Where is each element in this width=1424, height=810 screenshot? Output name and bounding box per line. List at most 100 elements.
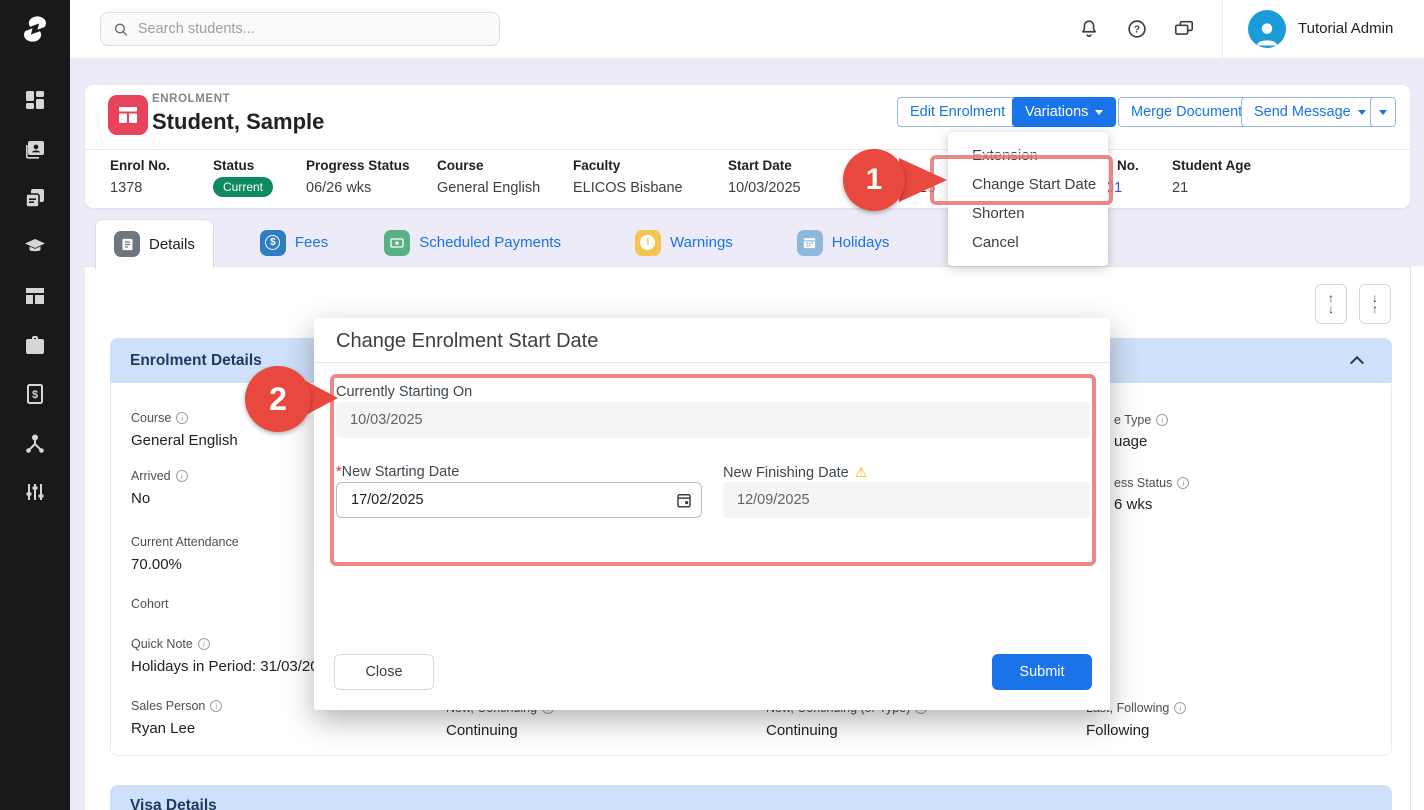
tab-holidays[interactable]: Holidays: [779, 219, 908, 267]
nav-courses-icon[interactable]: [23, 235, 47, 259]
scroll-gutter[interactable]: [1410, 266, 1424, 810]
enrolment-tabs: Details $ Fees Scheduled Payments ! Warn…: [95, 218, 1058, 267]
search-box: [100, 12, 500, 46]
dollar-icon: $: [260, 230, 286, 256]
page-title: Student, Sample: [152, 109, 324, 135]
info-faculty: FacultyELICOS Bisbane: [573, 158, 683, 196]
help-icon[interactable]: ?: [1126, 18, 1148, 40]
merge-document-button[interactable]: Merge Document: [1118, 97, 1255, 127]
menu-item-cancel[interactable]: Cancel: [948, 228, 1108, 257]
info-course: CourseGeneral English: [437, 158, 540, 196]
tab-warnings[interactable]: ! Warnings: [617, 219, 751, 267]
svg-text:$: $: [32, 389, 38, 401]
offer-no-link[interactable]: 01: [1106, 180, 1139, 196]
tab-label: Warnings: [670, 234, 733, 251]
arrow-up-icon: ↑: [1372, 304, 1378, 315]
annotation-arrow-1: [899, 158, 947, 202]
status-badge: Current: [213, 177, 273, 197]
annotation-step-1: 1: [843, 149, 905, 211]
field-progress-status-fragment: ess Status 6 wks: [1114, 476, 1189, 513]
send-message-button[interactable]: Send Message: [1241, 97, 1379, 127]
topbar: ? Tutorial Admin: [70, 0, 1424, 58]
field-quick-note: Quick Note Holidays in Period: 31/03/202: [131, 637, 327, 675]
topbar-divider: [1222, 0, 1223, 58]
user-avatar[interactable]: [1248, 10, 1286, 48]
currently-starting-on-label: Currently Starting On: [336, 384, 472, 400]
field-cohort: Cohort: [131, 597, 169, 618]
svg-text:?: ?: [1134, 25, 1140, 36]
calendar-icon: [797, 230, 823, 256]
info-enrol-no: Enrol No.1378: [110, 158, 170, 196]
visa-details-header[interactable]: Visa Details: [110, 785, 1392, 810]
caret-down-icon: [1379, 110, 1387, 115]
field-course: Course General English: [131, 411, 238, 449]
info-icon[interactable]: [1156, 414, 1168, 426]
new-finishing-date-input: [723, 482, 1090, 518]
enrolment-header-card: ENROLMENT Student, Sample Edit Enrolment…: [85, 85, 1410, 208]
tab-details[interactable]: Details: [95, 219, 214, 269]
banknote-icon: [384, 230, 410, 256]
nav-invoices-icon[interactable]: $: [23, 382, 47, 406]
panel-title: Visa Details: [130, 797, 217, 810]
info-icon[interactable]: [210, 700, 222, 712]
user-name[interactable]: Tutorial Admin: [1298, 20, 1393, 37]
new-starting-date-input[interactable]: [336, 482, 702, 518]
nav-contacts-icon[interactable]: [23, 137, 47, 161]
field-current-attendance: Current Attendance 70.00%: [131, 535, 239, 573]
exclamation-icon: !: [635, 230, 661, 256]
currently-starting-on-input: [336, 402, 1090, 438]
info-icon[interactable]: [176, 470, 188, 482]
search-input[interactable]: [138, 21, 487, 37]
more-actions-caret-button[interactable]: [1370, 97, 1396, 127]
info-status: StatusCurrent: [213, 158, 273, 197]
change-start-date-modal: Change Enrolment Start Date Currently St…: [314, 318, 1110, 710]
menu-item-shorten[interactable]: Shorten: [948, 199, 1108, 228]
new-finishing-date-label: New Finishing Date⚠: [723, 464, 867, 481]
edit-enrolment-button[interactable]: Edit Enrolment: [897, 97, 1018, 127]
modal-title-divider: [314, 362, 1110, 363]
tab-scheduled-payments[interactable]: Scheduled Payments: [366, 219, 579, 267]
nav-network-icon[interactable]: [23, 431, 47, 455]
info-progress-status: Progress Status06/26 wks: [306, 158, 410, 196]
tab-label: Holidays: [832, 234, 890, 251]
nav-dashboard-icon[interactable]: [23, 88, 47, 112]
field-arrived: Arrived No: [131, 469, 188, 507]
notifications-bell-icon[interactable]: [1078, 18, 1100, 40]
menu-item-change-start-date[interactable]: Change Start Date: [948, 170, 1108, 199]
sidebar: $: [0, 0, 70, 810]
calendar-picker-icon[interactable]: [675, 491, 693, 509]
enrolment-titlebar: ENROLMENT Student, Sample Edit Enrolment…: [85, 85, 1410, 150]
entity-type-label: ENROLMENT: [152, 93, 230, 105]
new-starting-date-field: [336, 482, 705, 518]
info-icon[interactable]: [1174, 702, 1186, 714]
document-icon: [114, 231, 140, 257]
arrow-down-icon: ↓: [1328, 304, 1334, 315]
annotation-step-2: 2: [245, 366, 311, 432]
modal-title: Change Enrolment Start Date: [336, 330, 598, 353]
expand-all-button[interactable]: ↑↓: [1315, 284, 1347, 324]
variations-menu: Extension Change Start Date Shorten Canc…: [948, 132, 1108, 266]
menu-item-extension[interactable]: Extension: [948, 141, 1108, 170]
info-icon[interactable]: [198, 638, 210, 650]
chat-icon[interactable]: [1173, 18, 1195, 40]
warning-triangle-icon: ⚠: [855, 464, 868, 480]
variations-button[interactable]: Variations: [1012, 97, 1116, 127]
nav-enrolments-icon[interactable]: [23, 284, 47, 308]
collapse-all-button[interactable]: ↓↑: [1359, 284, 1391, 324]
info-icon[interactable]: [176, 412, 188, 424]
tab-fees[interactable]: $ Fees: [242, 219, 346, 267]
info-offer-no-fragment: No.01: [1106, 158, 1139, 196]
search-icon: [113, 21, 129, 38]
panel-title: Enrolment Details: [130, 352, 262, 370]
caret-down-icon: [1095, 110, 1103, 115]
nav-agents-icon[interactable]: [23, 333, 47, 357]
nav-documents-icon[interactable]: [23, 186, 47, 210]
app-logo-icon[interactable]: [0, 0, 70, 58]
field-course-type-fragment: e Type uage: [1114, 413, 1168, 450]
tab-label: Details: [149, 236, 195, 253]
chevron-up-icon[interactable]: [1348, 352, 1366, 368]
submit-button[interactable]: Submit: [992, 654, 1092, 690]
nav-settings-sliders-icon[interactable]: [23, 480, 47, 504]
close-button[interactable]: Close: [334, 654, 434, 690]
info-icon[interactable]: [1177, 477, 1189, 489]
